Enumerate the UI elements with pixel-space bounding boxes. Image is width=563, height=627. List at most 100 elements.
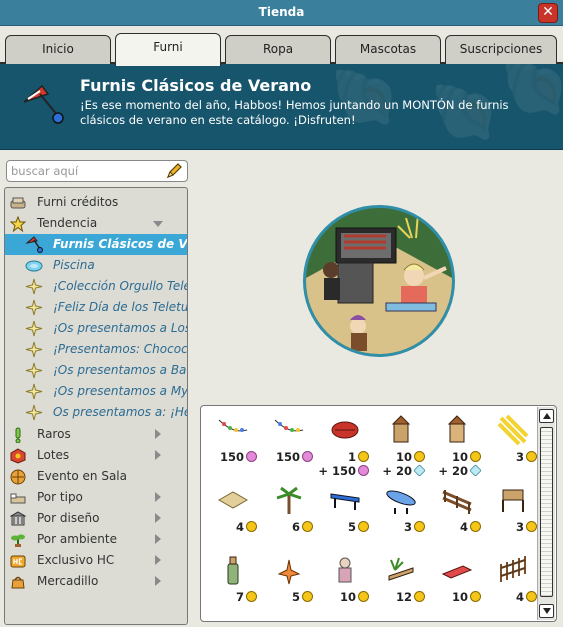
gate-icon <box>500 556 526 582</box>
nav-subitem-badtz-maru[interactable]: ¡Os presentamos a Badtz-Maru <box>5 360 187 381</box>
nav-item-por-diseno[interactable]: Por diseño <box>5 508 187 529</box>
chevron-right-icon <box>155 534 161 544</box>
nav-subitem-feliz-dia-teletubbies[interactable]: ¡Feliz Día de los Teletubbies <box>5 297 187 318</box>
bbq-grill-icon <box>331 421 359 439</box>
grid-item[interactable]: 6 <box>261 480 317 545</box>
tab-furni[interactable]: Furni <box>115 33 221 66</box>
credit-coin-icon <box>358 451 369 462</box>
banner-title: Furnis Clásicos de Verano <box>80 76 312 95</box>
tab-ropa[interactable]: Ropa <box>225 35 331 64</box>
pencil-icon[interactable] <box>165 162 183 180</box>
credit-coin-icon <box>246 521 257 532</box>
umbrella-icon <box>23 84 64 124</box>
nav-subitem-my-melody[interactable]: ¡Os presentamos a My Melody <box>5 381 187 402</box>
grid-item[interactable]: 1 + 150 <box>317 410 373 478</box>
grid-item[interactable]: 3 <box>373 480 429 545</box>
nav-subitem-label: Furnis Clásicos de Verano <box>53 237 187 251</box>
nav-item-raros[interactable]: Raros <box>5 424 187 445</box>
item-price: 3 <box>516 520 537 534</box>
item-price: 3 <box>404 520 425 534</box>
tab-inicio[interactable]: Inicio <box>5 35 111 64</box>
starfish-icon <box>277 559 301 585</box>
item-price-secondary: + 20 <box>382 464 426 478</box>
credit-coin-icon <box>526 591 537 602</box>
nav-subitem-orgullo-teletubbies[interactable]: ¡Colección Orgullo Teletubbies <box>5 276 187 297</box>
tab-suscripciones[interactable]: Suscripciones <box>445 35 557 64</box>
nav-subitem-chococat[interactable]: ¡Presentamos: Chococat <box>5 339 187 360</box>
nav-item-por-tipo[interactable]: Por tipo <box>5 487 187 508</box>
nav-subitem-furnis-clasicos[interactable]: Furnis Clásicos de Verano <box>5 234 187 255</box>
globe-icon <box>10 469 26 485</box>
nav-subitem-label: Piscina <box>53 258 95 272</box>
nav-item-label: Por diseño <box>37 511 100 525</box>
credit-coin-icon <box>414 521 425 532</box>
chevron-right-icon <box>155 513 161 523</box>
pink-currency-icon <box>302 451 313 462</box>
grid-item[interactable]: 5 <box>261 550 317 615</box>
window-titlebar: Tienda ✕ <box>0 0 563 26</box>
grid-item[interactable]: 10 + 20 <box>373 410 429 478</box>
catalog-header-banner: 🐚 🐚 🐚 Furnis Clásicos de Verano ¡Es ese … <box>0 64 563 150</box>
grid-item[interactable]: 10 <box>429 550 485 615</box>
nav-item-lotes[interactable]: Lotes <box>5 445 187 466</box>
nav-item-furni-creditos[interactable]: Furni créditos <box>5 192 187 213</box>
string-lights-icon <box>274 419 304 432</box>
grid-item[interactable]: 4 <box>429 480 485 545</box>
grid-item[interactable]: 150 <box>261 410 317 475</box>
nav-item-label: Exclusivo HC <box>37 553 115 567</box>
grid-item[interactable]: 150 <box>205 410 261 475</box>
surfboard-icon <box>386 490 416 514</box>
nav-item-label: Raros <box>37 427 71 441</box>
chevron-right-icon <box>155 555 161 565</box>
item-price: 5 <box>348 520 369 534</box>
grid-item[interactable]: 7 <box>205 550 261 615</box>
sparkle-icon <box>25 362 43 379</box>
credit-coin-icon <box>414 591 425 602</box>
nav-item-exclusivo-hc[interactable]: Exclusivo HC <box>5 550 187 571</box>
scrollbar-thumb[interactable] <box>540 427 553 597</box>
sparkle-icon <box>25 320 43 337</box>
tab-mascotas[interactable]: Mascotas <box>335 35 441 64</box>
lantern-icon <box>447 415 467 443</box>
sunbed-icon <box>441 565 473 579</box>
nav-item-mercadillo[interactable]: Mercadillo <box>5 571 187 592</box>
item-price: 12 <box>396 590 425 604</box>
furni-item-grid: 150 150 1 + 150 10 + 20 10 + 20 3 4 6 5 … <box>200 405 557 622</box>
nav-subitem-piscina[interactable]: Piscina <box>5 255 187 276</box>
nav-item-evento-en-sala[interactable]: Evento en Sala <box>5 466 187 487</box>
search-input[interactable] <box>11 163 161 179</box>
grid-item[interactable]: 10 + 20 <box>429 410 485 478</box>
grid-item[interactable]: 4 <box>205 480 261 545</box>
nav-subitem-hello-kitty[interactable]: Os presentamos a: ¡Hello Kitty <box>5 402 187 423</box>
star-icon <box>10 216 26 232</box>
credit-coin-icon <box>246 591 257 602</box>
credit-coin-icon <box>470 451 481 462</box>
grid-item[interactable]: 12 <box>373 550 429 615</box>
diamond-currency-icon <box>469 464 482 477</box>
category-navigation: Furni créditos Tendencia Furnis Clásicos… <box>4 187 188 625</box>
grid-item[interactable]: 10 <box>317 550 373 615</box>
window-title: Tienda <box>258 5 305 19</box>
grid-item[interactable]: 4 <box>485 550 541 615</box>
item-price: 150 <box>276 450 313 464</box>
couch-icon <box>10 197 26 209</box>
nav-subitem-label: ¡Colección Orgullo Teletubbies <box>53 279 187 293</box>
grid-item[interactable]: 3 <box>485 480 541 545</box>
credit-coin-icon <box>526 451 537 462</box>
chevron-down-icon <box>153 221 163 227</box>
grid-item[interactable]: 3 <box>485 410 541 475</box>
item-grid-scrollbar[interactable] <box>537 407 555 620</box>
item-price-secondary: + 20 <box>438 464 482 478</box>
nav-item-por-ambiente[interactable]: Por ambiente <box>5 529 187 550</box>
credit-coin-icon <box>414 451 425 462</box>
nav-subitem-los-teletubbies[interactable]: ¡Os presentamos a Los Teletubbies <box>5 318 187 339</box>
item-price: 150 <box>220 450 257 464</box>
nav-item-tendencia[interactable]: Tendencia <box>5 213 187 234</box>
item-price: 3 <box>516 450 537 464</box>
close-button[interactable]: ✕ <box>538 3 558 23</box>
grid-item[interactable]: 5 <box>317 480 373 545</box>
scroll-up-button[interactable] <box>539 409 554 423</box>
item-price: 10 <box>452 590 481 604</box>
scroll-down-button[interactable] <box>539 604 554 618</box>
nav-subitem-label: Os presentamos a: ¡Hello Kitty <box>53 405 187 419</box>
